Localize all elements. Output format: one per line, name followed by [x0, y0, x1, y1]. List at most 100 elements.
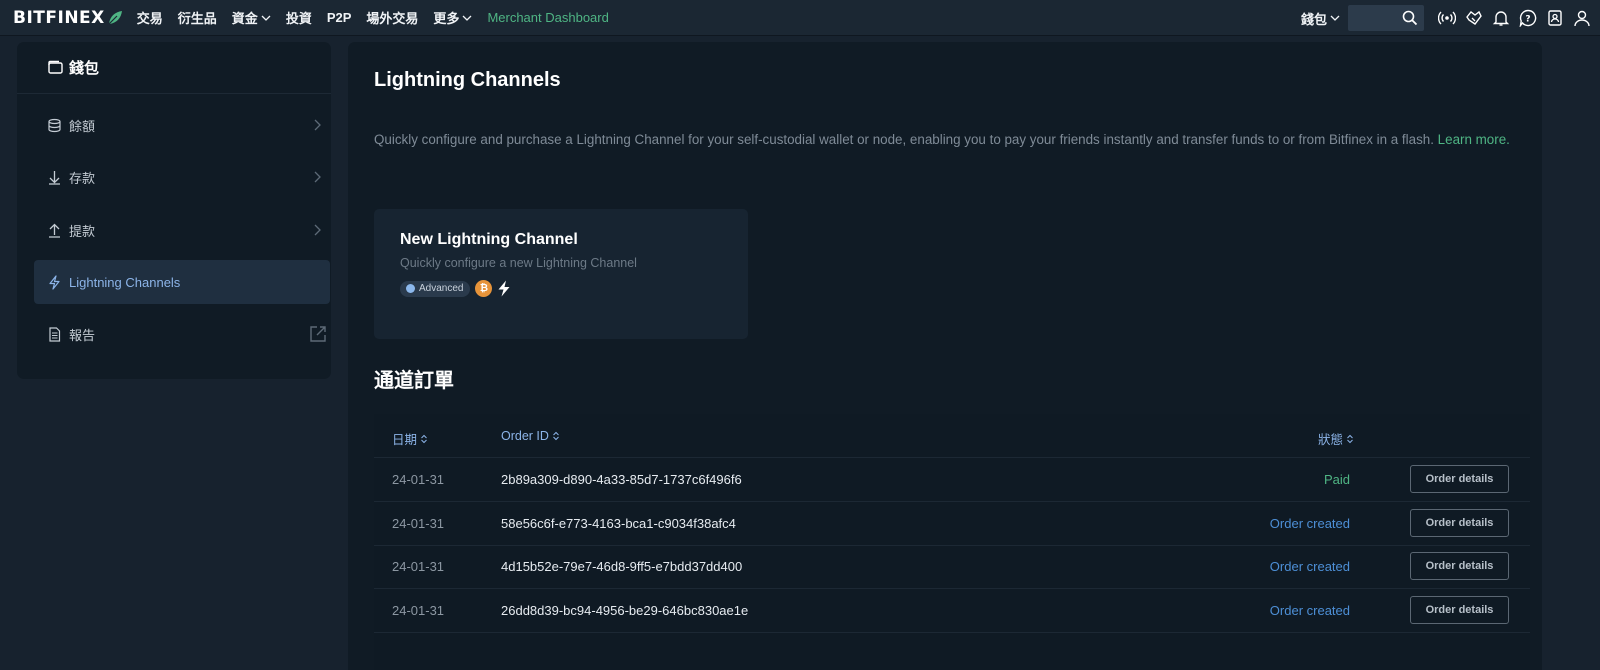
sort-icon [553, 431, 559, 441]
sidebar-item-label: Lightning Channels [69, 274, 181, 290]
nav-label: 更多 [433, 11, 460, 26]
leaf-icon [108, 10, 122, 24]
card-title: New Lightning Channel [400, 231, 578, 248]
order-date: 24-01-31 [392, 472, 445, 487]
table-row: 24-01-31 26dd8d39-bc94-4956-be29-646bc83… [374, 589, 1530, 633]
sidebar-header: 錢包 [17, 42, 331, 94]
column-header-label: 狀態 [1318, 433, 1344, 447]
intro-text: Quickly configure and purchase a Lightni… [374, 129, 1534, 150]
sidebar-item-label: 存款 [69, 170, 96, 186]
order-details-button[interactable]: Order details [1410, 465, 1509, 493]
bitfinex-logo[interactable]: BITFINEX [13, 8, 123, 28]
logo-text: BITFINEX [13, 7, 105, 28]
column-header-status[interactable]: 狀態 [1318, 429, 1354, 448]
order-status: Order created [1269, 559, 1350, 574]
nav-item-trading[interactable]: 交易 [137, 8, 163, 27]
nav-item-invest[interactable]: 投資 [286, 8, 312, 27]
table-header: 日期 Order ID 狀態 [374, 414, 1530, 458]
order-id: 26dd8d39-bc94-4956-be29-646bc830ae1e [501, 603, 749, 618]
new-lightning-channel-card[interactable]: New Lightning Channel Quickly configure … [374, 209, 748, 339]
card-badges: Advanced ₿ [400, 280, 511, 297]
channel-orders-table: 日期 Order ID 狀態 24-01-31 2b89a309-d890-4a… [374, 414, 1530, 670]
order-id: 2b89a309-d890-4a33-85d7-1737c6f496f6 [501, 472, 742, 487]
help-icon[interactable]: ? [1519, 9, 1537, 27]
order-status: Order created [1269, 603, 1350, 618]
nav-label: 衍生品 [177, 11, 217, 26]
lightning-bolt-icon [498, 280, 510, 297]
sidebar-title: 錢包 [69, 60, 100, 77]
card-subtitle: Quickly configure a new Lightning Channe… [400, 256, 637, 270]
user-card-icon[interactable] [1546, 9, 1564, 27]
table-row: 24-01-31 4d15b52e-79e7-46d8-9ff5-e7bdd37… [374, 545, 1530, 589]
handshake-icon[interactable] [1465, 9, 1483, 27]
svg-text:?: ? [1525, 15, 1530, 25]
sidebar-item-label: 報告 [69, 327, 96, 343]
search-icon[interactable] [1402, 10, 1418, 26]
order-id: 4d15b52e-79e7-46d8-9ff5-e7bdd37dd400 [501, 559, 743, 574]
order-details-button[interactable]: Order details [1410, 596, 1509, 624]
nav-label: 交易 [136, 11, 163, 26]
column-header-order-id[interactable]: Order ID [501, 429, 560, 443]
nav-item-funding[interactable]: 資金 [232, 8, 271, 27]
top-navbar: BITFINEX 交易 衍生品 資金 投資 P2P 場外交易 更多 Mercha… [0, 0, 1600, 36]
account-icon[interactable] [1573, 9, 1591, 27]
table-row: 24-01-31 2b89a309-d890-4a33-85d7-1737c6f… [374, 458, 1530, 502]
column-header-label: Order ID [501, 429, 549, 443]
bitcoin-icon: ₿ [475, 280, 493, 297]
bell-icon[interactable] [1492, 9, 1510, 27]
badge-label: Advanced [419, 283, 464, 294]
nav-item-otc[interactable]: 場外交易 [366, 8, 418, 27]
wallet-sidebar: 錢包 餘額 存款 提款 Lightning Channels 報告 [17, 42, 331, 379]
wallet-icon [48, 60, 63, 74]
top-right-tools: 錢包 ? [1301, 0, 1600, 36]
chevron-down-icon [462, 15, 472, 21]
chevron-right-icon [314, 171, 321, 183]
nav-item-more[interactable]: 更多 [433, 8, 472, 27]
chevron-right-icon [314, 224, 321, 236]
nav-label: 場外交易 [366, 11, 419, 26]
page-title: Lightning Channels [374, 69, 561, 91]
badge-dot [406, 284, 415, 293]
sidebar-item-label: 提款 [69, 223, 96, 239]
wallet-dropdown-label: 錢包 [1300, 11, 1327, 27]
nav-item-derivatives[interactable]: 衍生品 [178, 8, 217, 27]
orders-section-title: 通道訂單 [374, 370, 454, 392]
wallet-dropdown[interactable]: 錢包 [1301, 9, 1340, 28]
chevron-right-icon [314, 119, 321, 131]
order-date: 24-01-31 [392, 516, 445, 531]
search-box [1348, 5, 1424, 31]
order-date: 24-01-31 [392, 603, 445, 618]
nav-item-merchant-dashboard[interactable]: Merchant Dashboard [487, 10, 608, 25]
column-header-label: 日期 [392, 433, 418, 447]
nav-item-p2p[interactable]: P2P [327, 10, 352, 25]
intro-description: Quickly configure and purchase a Lightni… [374, 132, 1438, 147]
nav-label: 投資 [285, 11, 312, 26]
order-details-button[interactable]: Order details [1410, 509, 1509, 537]
main-panel: Lightning Channels Quickly configure and… [348, 42, 1542, 670]
column-header-date[interactable]: 日期 [392, 429, 428, 448]
order-status: Paid [1323, 472, 1350, 487]
sidebar-item-balances[interactable]: 餘額 [34, 103, 330, 147]
chevron-down-icon [1330, 15, 1340, 21]
nav-label: Merchant Dashboard [487, 10, 609, 25]
upload-icon [47, 223, 62, 238]
sidebar-item-deposit[interactable]: 存款 [34, 155, 330, 199]
sidebar-item-withdraw[interactable]: 提款 [34, 208, 330, 252]
main-nav: 交易 衍生品 資金 投資 P2P 場外交易 更多 Merchant Dashbo… [137, 0, 624, 36]
sort-icon [1347, 434, 1353, 443]
coins-icon [47, 118, 62, 133]
lightning-icon [47, 274, 62, 290]
table-row: 24-01-31 58e56c6f-e773-4163-bca1-c9034f3… [374, 502, 1530, 546]
sidebar-item-lightning-channels[interactable]: Lightning Channels [34, 260, 330, 304]
sidebar-item-reports[interactable]: 報告 [34, 312, 330, 356]
order-details-button[interactable]: Order details [1410, 552, 1509, 580]
learn-more-link[interactable]: Learn more. [1438, 132, 1510, 147]
chevron-down-icon [261, 15, 271, 21]
nav-label: P2P [326, 10, 352, 25]
order-status: Order created [1269, 516, 1350, 531]
broadcast-icon[interactable] [1438, 9, 1456, 27]
external-link-icon [310, 326, 326, 342]
order-id: 58e56c6f-e773-4163-bca1-c9034f38afc4 [501, 516, 736, 531]
download-icon [47, 170, 62, 185]
document-icon [47, 326, 62, 342]
